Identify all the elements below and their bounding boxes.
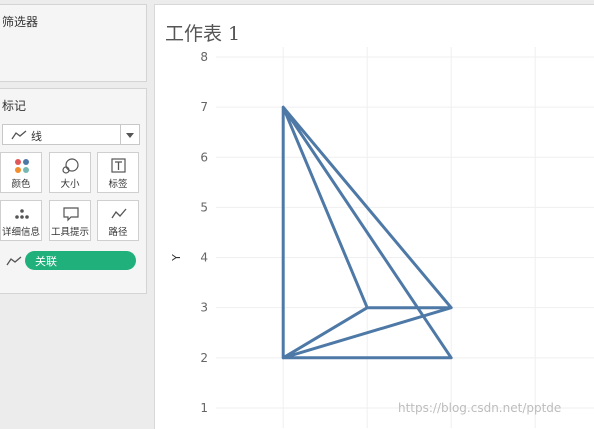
path-card[interactable]: 路径 bbox=[97, 200, 139, 241]
y-tick-label: 1 bbox=[200, 401, 208, 415]
filters-panel[interactable]: 筛选器 bbox=[0, 4, 147, 82]
label-t-icon bbox=[111, 158, 126, 173]
y-tick-label: 2 bbox=[200, 351, 208, 365]
color-card[interactable]: 颜色 bbox=[0, 152, 42, 193]
path-line-icon bbox=[6, 256, 22, 266]
color-card-label: 颜色 bbox=[11, 179, 31, 190]
y-tick-label: 6 bbox=[200, 150, 208, 164]
mark-type-label: 线 bbox=[31, 130, 42, 143]
y-axis-title: Y bbox=[170, 254, 183, 262]
path-card-label: 路径 bbox=[108, 227, 128, 238]
y-tick-label: 5 bbox=[200, 200, 208, 214]
path-line-icon bbox=[111, 208, 127, 219]
mark-type-dropdown[interactable]: 线 bbox=[2, 124, 140, 145]
tooltip-card-label: 工具提示 bbox=[50, 227, 89, 238]
line-mark-icon bbox=[11, 130, 27, 140]
size-card-label: 大小 bbox=[60, 179, 80, 190]
y-tick-label: 4 bbox=[200, 251, 208, 265]
label-card[interactable]: 标签 bbox=[97, 152, 139, 193]
y-tick-label: 3 bbox=[200, 301, 208, 315]
tooltip-card[interactable]: 工具提示 bbox=[49, 200, 91, 241]
color-dots-icon bbox=[15, 159, 29, 173]
detail-dots-icon bbox=[15, 209, 29, 219]
path-field-pill-label: 关联 bbox=[35, 255, 57, 268]
y-tick-label: 8 bbox=[200, 50, 208, 64]
marks-panel-title: 标记 bbox=[2, 99, 27, 113]
chevron-down-icon[interactable] bbox=[120, 125, 139, 144]
tooltip-bubble-icon bbox=[63, 207, 79, 222]
path-field-pill[interactable]: 关联 bbox=[25, 251, 136, 270]
y-tick-label: 7 bbox=[200, 100, 208, 114]
filters-panel-title: 筛选器 bbox=[2, 15, 39, 29]
detail-card-label: 详细信息 bbox=[1, 227, 40, 238]
watermark: https://blog.csdn.net/pptde bbox=[398, 401, 562, 415]
detail-card[interactable]: 详细信息 bbox=[0, 200, 42, 241]
label-card-label: 标签 bbox=[108, 179, 128, 190]
size-circles-icon bbox=[62, 158, 79, 174]
size-card[interactable]: 大小 bbox=[49, 152, 91, 193]
line-chart: 1 2 3 4 5 6 7 8 Y bbox=[170, 47, 594, 428]
